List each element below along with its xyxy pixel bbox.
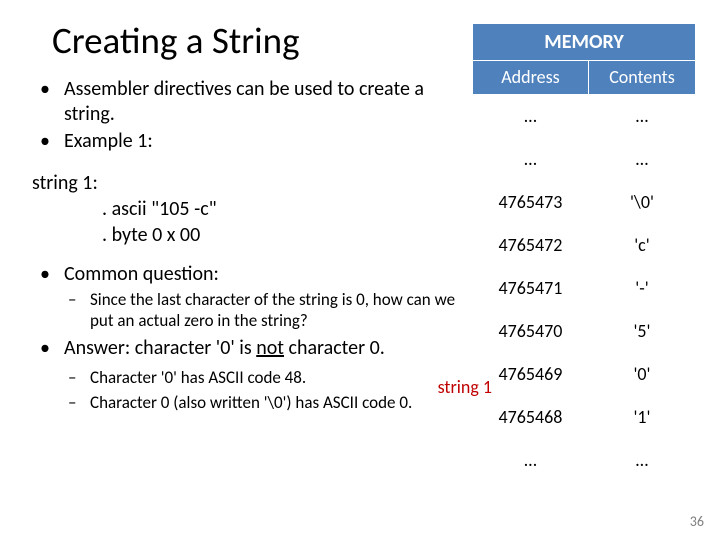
code-block: string 1: . ascii "105 -c" . byte 0 x 00	[24, 170, 464, 248]
table-row: ……	[473, 439, 696, 482]
sub-bullet-list: Character '0' has ASCII code 48. Charact…	[24, 367, 464, 414]
table-header-row: Address Contents	[473, 60, 696, 95]
table-row: 4765471'-'	[473, 267, 696, 310]
bullet-answer: Answer: character '0' is not character 0…	[24, 336, 464, 361]
cell-contents: 'c'	[588, 224, 695, 267]
cell-address: …	[473, 138, 589, 181]
cell-contents: …	[588, 138, 695, 181]
answer-text-post: character 0.	[284, 336, 385, 360]
memory-title: MEMORY	[472, 23, 696, 61]
sub-bullet-item: Since the last character of the string i…	[24, 289, 464, 332]
code-line: . byte 0 x 00	[24, 222, 464, 248]
answer-text-pre: Answer: character '0' is	[64, 336, 256, 360]
cell-contents: …	[588, 95, 695, 138]
sub-bullet-item: Character 0 (also written '\0') has ASCI…	[24, 392, 464, 413]
cell-contents: '-'	[588, 267, 695, 310]
cell-address: 4765470	[473, 310, 589, 353]
col-header-address: Address	[473, 60, 589, 95]
content-row: Assembler directives can be used to crea…	[24, 77, 696, 482]
cell-address: 4765473	[473, 181, 589, 224]
table-row: ……	[473, 138, 696, 181]
code-line: . ascii "105 -c"	[24, 196, 464, 222]
slide: Creating a String Assembler directives c…	[0, 0, 720, 540]
table-row: 4765468'1'	[473, 396, 696, 439]
cell-address: 4765471	[473, 267, 589, 310]
col-header-contents: Contents	[588, 60, 695, 95]
bullet-item: Assembler directives can be used to crea…	[24, 77, 464, 127]
left-column: Assembler directives can be used to crea…	[24, 77, 472, 417]
cell-address: 4765468	[473, 396, 589, 439]
memory-table: Address Contents …… …… 4765473'\0' 47654…	[472, 59, 696, 482]
cell-contents: '0'	[588, 353, 695, 396]
sub-bullet-list: Since the last character of the string i…	[24, 289, 464, 332]
bullet-item: Common question:	[24, 262, 464, 287]
cell-address: 4765472	[473, 224, 589, 267]
bullet-item: Example 1:	[24, 129, 464, 154]
cell-contents: '\0'	[588, 181, 695, 224]
table-row: 4765473'\0'	[473, 181, 696, 224]
cell-contents: …	[588, 439, 695, 482]
right-column: MEMORY Address Contents …… …… 4765473'\0…	[472, 77, 696, 482]
cell-address: …	[473, 439, 589, 482]
page-number: 36	[690, 513, 704, 530]
table-row: ……	[473, 95, 696, 138]
answer-text-not: not	[256, 336, 284, 360]
sub-bullet-item: Character '0' has ASCII code 48.	[24, 367, 464, 388]
string1-pointer-label: string 1	[438, 376, 492, 398]
cell-contents: '5'	[588, 310, 695, 353]
table-row: 4765472'c'	[473, 224, 696, 267]
bullet-list: Assembler directives can be used to crea…	[24, 77, 464, 154]
bullet-list: Answer: character '0' is not character 0…	[24, 336, 464, 361]
cell-contents: '1'	[588, 396, 695, 439]
table-row: 4765469'0'	[473, 353, 696, 396]
bullet-list: Common question:	[24, 262, 464, 287]
table-row: 4765470'5'	[473, 310, 696, 353]
code-line: string 1:	[24, 170, 464, 196]
cell-address: …	[473, 95, 589, 138]
